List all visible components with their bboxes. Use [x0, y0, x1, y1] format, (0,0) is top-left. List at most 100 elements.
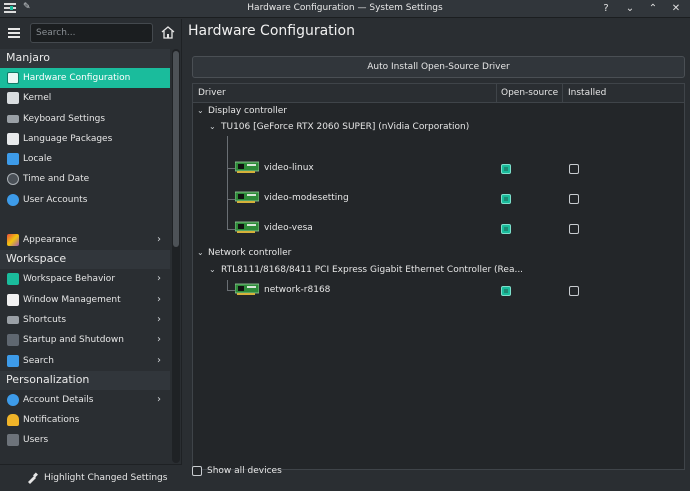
driver-name: video-linux	[264, 163, 314, 173]
kernel-icon	[7, 92, 19, 105]
tree-row-device[interactable]: ⌄ TU106 [GeForce RTX 2060 SUPER] (nVidia…	[193, 121, 684, 135]
chevron-right-icon: ›	[157, 313, 161, 325]
workspace-icon	[7, 273, 19, 286]
column-divider	[496, 84, 497, 103]
sidebar-item-hardware-configuration[interactable]: Hardware Configuration	[0, 68, 170, 89]
expand-chevron-icon[interactable]: ⌄	[197, 248, 204, 257]
tree-row-network-controller[interactable]: ⌄ Network controller	[193, 247, 684, 261]
driver-name: video-modesetting	[264, 193, 349, 203]
chevron-right-icon: ›	[157, 234, 161, 246]
sidebar-item-startup-and-shutdown[interactable]: Startup and Shutdown ›	[0, 330, 170, 350]
search-input[interactable]: Search...	[30, 23, 153, 43]
expand-chevron-icon[interactable]: ⌄	[197, 106, 204, 115]
minimize-button[interactable]: ⌄	[624, 2, 636, 15]
sidebar-item-users[interactable]: Users	[0, 430, 170, 450]
sidebar-item-shortcuts[interactable]: Shortcuts ›	[0, 310, 170, 330]
maximize-button[interactable]: ⌃	[647, 2, 659, 15]
installed-checkbox[interactable]	[569, 224, 579, 234]
appearance-icon	[7, 234, 19, 247]
sidebar-item-kernel[interactable]: Kernel	[0, 88, 170, 108]
tree-row-device[interactable]: ⌄ RTL8111/8168/8411 PCI Express Gigabit …	[193, 264, 684, 278]
help-button[interactable]: ?	[600, 2, 612, 15]
sidebar-item-label: Language Packages	[23, 133, 113, 144]
sidebar-toolbar: Search...	[0, 19, 182, 47]
installed-checkbox[interactable]	[569, 286, 579, 296]
chevron-right-icon: ›	[157, 293, 161, 305]
installed-checkbox[interactable]	[569, 164, 579, 174]
tree-header: Driver Open-source Installed	[193, 84, 684, 103]
locale-icon	[7, 153, 19, 166]
chevron-right-icon: ›	[157, 393, 161, 405]
section-manjaro: Manjaro	[0, 49, 170, 68]
driver-name: video-vesa	[264, 223, 313, 233]
sidebar-item-notifications[interactable]: Notifications	[0, 410, 170, 430]
tree-row-driver[interactable]: video-linux	[193, 160, 684, 178]
home-icon[interactable]	[160, 25, 176, 40]
tree-row-driver[interactable]: video-vesa	[193, 220, 684, 238]
sidebar-item-appearance[interactable]: Appearance ›	[0, 230, 170, 250]
auto-install-open-source-driver-button[interactable]: Auto Install Open-Source Driver	[192, 56, 685, 78]
scrollbar-thumb[interactable]	[173, 51, 179, 247]
search-icon	[7, 354, 19, 367]
section-workspace: Workspace	[0, 250, 170, 270]
sidebar-item-time-and-date[interactable]: Time and Date	[0, 169, 170, 189]
sidebar-item-label: User Accounts	[23, 194, 88, 205]
sidebar: Search... Manjaro Hardware Configuration…	[0, 19, 182, 491]
sidebar-item-account-details[interactable]: Account Details ›	[0, 390, 170, 410]
window-icon	[7, 293, 19, 306]
sidebar-item-label: Keyboard Settings	[23, 113, 106, 124]
sidebar-item-label: Hardware Configuration	[23, 73, 131, 83]
page-title: Hardware Configuration	[188, 23, 355, 39]
sidebar-item-workspace-behavior[interactable]: Workspace Behavior ›	[0, 269, 170, 289]
open-source-checkbox[interactable]	[501, 194, 511, 204]
highlight-changed-settings-label: Highlight Changed Settings	[44, 473, 168, 483]
sidebar-item-label: Users	[23, 435, 49, 446]
driver-tree: Driver Open-source Installed ⌄ Display c…	[192, 83, 685, 470]
column-header-open-source[interactable]: Open-source	[501, 88, 558, 98]
sidebar-scrollbar[interactable]	[172, 49, 180, 463]
graphics-card-icon	[235, 221, 259, 233]
tree-row-display-controller[interactable]: ⌄ Display controller	[193, 105, 684, 119]
chevron-right-icon: ›	[157, 334, 161, 346]
column-header-installed[interactable]: Installed	[568, 88, 606, 98]
column-divider	[562, 84, 563, 103]
installed-checkbox[interactable]	[569, 194, 579, 204]
expand-chevron-icon[interactable]: ⌄	[209, 122, 216, 131]
hardware-icon	[7, 72, 19, 84]
open-source-checkbox[interactable]	[501, 286, 511, 296]
sidebar-item-user-accounts[interactable]: User Accounts	[0, 190, 170, 210]
chevron-right-icon: ›	[157, 273, 161, 285]
title-bar: ✎ Hardware Configuration — System Settin…	[0, 0, 690, 18]
main-panel: Hardware Configuration Auto Install Open…	[183, 19, 690, 491]
tree-row-driver[interactable]: network-r8168	[193, 282, 684, 300]
expand-chevron-icon[interactable]: ⌄	[209, 265, 216, 274]
bell-icon	[7, 414, 19, 427]
open-source-checkbox[interactable]	[501, 224, 511, 234]
hamburger-menu-icon[interactable]	[8, 28, 20, 38]
sidebar-item-locale[interactable]: Locale	[0, 149, 170, 169]
language-icon	[7, 132, 19, 145]
tree-row-driver[interactable]: video-modesetting	[193, 190, 684, 208]
device-label: RTL8111/8168/8411 PCI Express Gigabit Et…	[221, 265, 524, 275]
section-personalization: Personalization	[0, 370, 170, 390]
sidebar-item-label: Kernel	[23, 93, 52, 104]
window-title: Hardware Configuration — System Settings	[247, 3, 443, 13]
show-all-devices-checkbox[interactable]	[192, 466, 202, 476]
sidebar-list: Manjaro Hardware Configuration Kernel Ke…	[0, 49, 170, 463]
sidebar-item-language-packages[interactable]: Language Packages	[0, 129, 170, 149]
close-button[interactable]: ✕	[670, 2, 682, 15]
column-header-driver[interactable]: Driver	[198, 88, 226, 98]
graphics-card-icon	[235, 161, 259, 173]
sidebar-item-window-management[interactable]: Window Management ›	[0, 290, 170, 310]
clock-icon	[7, 173, 19, 186]
sidebar-item-label: Workspace Behavior	[23, 274, 116, 285]
sidebar-item-keyboard-settings[interactable]: Keyboard Settings	[0, 109, 170, 129]
open-source-checkbox[interactable]	[501, 164, 511, 174]
highlight-changed-settings-button[interactable]: Highlight Changed Settings	[0, 464, 182, 491]
startup-icon	[7, 334, 19, 347]
driver-name: network-r8168	[264, 285, 331, 295]
tree-connector	[227, 136, 228, 230]
sidebar-item-search[interactable]: Search ›	[0, 351, 170, 371]
users-icon	[7, 434, 19, 447]
